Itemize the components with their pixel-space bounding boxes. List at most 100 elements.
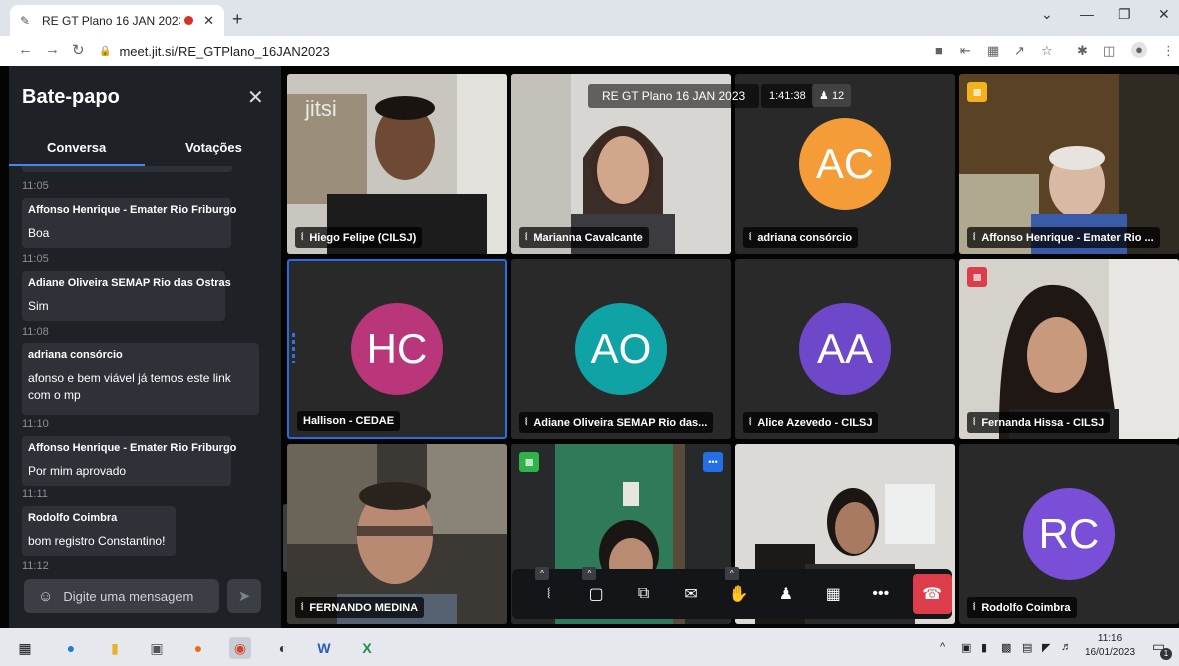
restore-icon[interactable]: ❐ [1118,6,1131,23]
participant-tile[interactable]: RC ⧙ Rodolfo Coimbra [959,444,1179,624]
leave-meeting-button[interactable]: ☎ [912,574,953,614]
screen-tray-icon[interactable]: ▩ [1001,641,1011,654]
participant-name-bar: ⧙ Fernanda Hissa - CILSJ [967,412,1111,433]
browser-toolbar: ← → ↻ 🔒 meet.jit.si/RE_GTPlano_16JAN2023… [0,36,1179,66]
microphone-button[interactable]: ^ ⧙ [525,567,572,614]
word-icon[interactable]: W [313,637,335,659]
browser-tab[interactable]: ✎ RE GT Plano 16 JAN 2023 | Ji ✕ [10,5,224,36]
participant-count-badge[interactable]: ♟ 12 [812,84,852,107]
meeting-area: Bate-papo ✕ Conversa Votações 11:05 Affo… [0,66,1179,628]
connection-indicator-icon[interactable]: ▩ [967,267,987,287]
close-window-icon[interactable]: ✕ [1158,6,1170,23]
list-item [22,166,232,172]
address-bar[interactable]: 🔒 meet.jit.si/RE_GTPlano_16JAN2023 [99,39,919,63]
participant-name: FERNANDO MEDINA [309,601,419,614]
bookmark-star-icon[interactable]: ☆ [1041,43,1053,59]
message-text: bom registro Constantino! [28,534,166,548]
participant-tile[interactable]: AO ⧙ Adiane Oliveira SEMAP Rio das... [511,259,731,439]
edge-icon[interactable]: ● [60,637,82,659]
list-item: adriana consórcio afonso e bem viável já… [22,343,259,415]
send-button[interactable]: ➤ [227,579,261,613]
excel-icon[interactable]: X [356,637,378,659]
participant-tile[interactable]: ▩ ⧙ Fernanda Hissa - CILSJ [959,259,1179,439]
tab-votacoes[interactable]: Votações [185,140,242,155]
message-input[interactable]: ☺ Digite uma mensagem [24,579,219,613]
side-panel-icon[interactable]: ◫ [1103,43,1115,59]
participant-tile[interactable]: ▩ ⧙ Affonso Henrique - Emater Rio ... [959,74,1179,254]
connection-indicator-icon[interactable]: ▩ [519,452,539,472]
volume-tray-icon[interactable]: ♬ [1061,641,1072,653]
message-sender: Affonso Henrique - Emater Rio Friburgo [28,442,237,454]
microphone-tray-icon[interactable]: ▮ [981,641,987,654]
more-options-icon[interactable]: ••• [703,452,723,472]
meeting-toolbar: ^ ⧙ ^ ▢ ⧉ ✉ ^ ✋ ♟ ▦ ••• ☎ [512,567,953,619]
back-icon[interactable]: ← [18,41,33,58]
participant-tile[interactable]: AA ⧙ Alice Azevedo - CILSJ [735,259,955,439]
participant-tile[interactable]: jitsi ⧙ Hiego Felipe (CILSJ) [287,74,507,254]
camera-tray-icon[interactable]: ▣ [961,641,971,654]
system-clock[interactable]: 11:16 16/01/2023 [1085,632,1135,660]
participant-name-bar: Hallison - CEDAE [297,411,401,431]
connection-indicator-icon[interactable]: ▩ [967,82,987,102]
show-hidden-icons-icon[interactable]: ^ [940,641,945,653]
mic-muted-icon: ⧙ [547,585,551,602]
screen-share-icon: ⧉ [637,585,650,602]
participant-name-bar: ⧙ Alice Azevedo - CILSJ [743,412,879,433]
recording-indicator-icon [184,16,194,25]
minimize-icon[interactable]: — [1080,6,1094,22]
tile-view-icon: ▦ [825,586,841,603]
participant-name-bar: ⧙ Adiane Oliveira SEMAP Rio das... [519,412,714,433]
close-chat-icon[interactable]: ✕ [247,85,264,110]
forward-icon[interactable]: → [45,41,60,58]
message-list[interactable]: 11:05 Affonso Henrique - Emater Rio Frib… [9,166,281,576]
participant-tile[interactable]: ⧙ FERNANDO MEDINA [287,444,507,624]
list-item: Rodolfo Coimbra bom registro Constantino… [22,506,176,556]
screen-share-button[interactable]: ⧉ [620,574,667,614]
audio-settings-caret-icon[interactable]: ^ [535,567,549,580]
network-tray-icon[interactable]: ▤ [1022,641,1032,654]
participant-tile-active-speaker[interactable]: HC Hallison - CEDAE [287,259,507,439]
audio-level-indicator [292,333,295,363]
participants-button[interactable]: ♟ [762,574,809,614]
tab-search-icon[interactable]: ⌄ [1041,6,1053,23]
lock-icon: 🔒 [99,45,112,57]
video-settings-caret-icon[interactable]: ^ [582,567,597,580]
windows-start-icon[interactable]: ▦ [14,637,36,659]
raise-hand-button[interactable]: ^ ✋ [715,567,762,614]
mic-muted-icon: ⧙ [525,416,528,428]
translate-icon[interactable]: ▦ [987,43,999,59]
new-tab-button[interactable]: + [232,9,243,30]
file-explorer-icon[interactable]: ▮ [104,637,126,659]
install-app-icon[interactable]: ⇤ [960,43,971,59]
share-icon[interactable]: ↗ [1014,43,1025,59]
camera-in-use-icon[interactable]: ■ [935,43,943,58]
close-tab-icon[interactable]: ✕ [203,13,214,29]
extensions-icon[interactable]: ✱ [1077,43,1088,59]
firefox-icon[interactable]: ● [187,637,209,659]
chrome-icon[interactable]: ◉ [229,637,251,659]
store-icon[interactable]: ▣ [146,637,168,659]
camera-off-icon: ▢ [588,586,604,603]
more-icon: ••• [872,585,890,602]
app-icon[interactable]: ◐ [272,637,294,659]
tab-conversa[interactable]: Conversa [47,140,106,155]
list-item: Affonso Henrique - Emater Rio Friburgo P… [22,436,237,486]
chat-button[interactable]: ✉ [667,574,714,614]
emoji-icon[interactable]: ☺ [38,588,53,605]
participant-name-bar: ⧙ Affonso Henrique - Emater Rio ... [967,227,1160,248]
profile-avatar-icon[interactable]: ● [1131,42,1147,58]
wifi-tray-icon[interactable]: ◤ [1042,641,1050,654]
participant-name: Marianna Cavalcante [533,231,643,244]
participant-name-bar: ⧙ adriana consórcio [743,227,859,248]
participant-name: adriana consórcio [757,231,853,244]
tile-view-button[interactable]: ▦ [810,574,857,614]
message-timestamp: 11:05 [22,180,49,192]
participant-name: Hiego Felipe (CILSJ) [309,231,417,244]
camera-button[interactable]: ^ ▢ [572,567,619,614]
reload-icon[interactable]: ↻ [72,41,85,59]
reactions-caret-icon[interactable]: ^ [724,567,739,580]
menu-kebab-icon[interactable]: ⋮ [1162,43,1175,59]
message-sender: Affonso Henrique - Emater Rio Friburgo [28,204,237,216]
participant-name: Affonso Henrique - Emater Rio ... [981,231,1154,244]
more-actions-button[interactable]: ••• [857,574,904,614]
